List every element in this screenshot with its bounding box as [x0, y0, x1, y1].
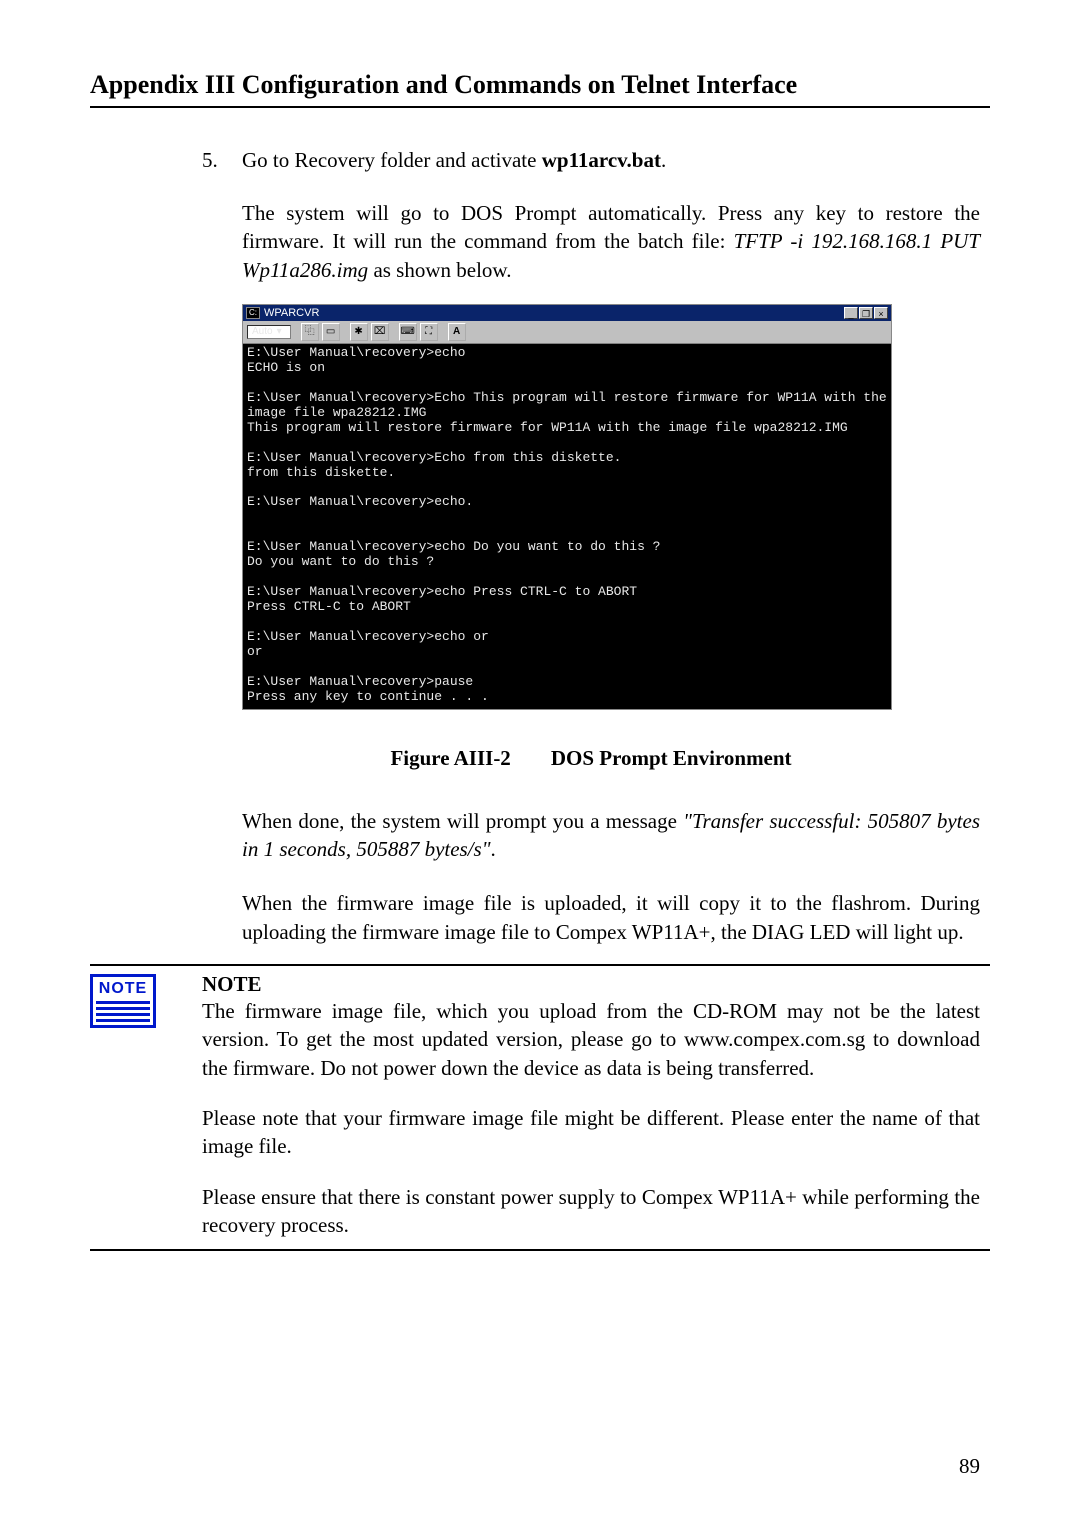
- para2-prefix: When done, the system will prompt you a …: [242, 809, 683, 833]
- document-page: Appendix III Configuration and Commands …: [0, 0, 1080, 1291]
- note-line: [96, 1019, 150, 1022]
- dos-line: E:\User Manual\recovery>echo Do you want…: [247, 539, 660, 554]
- msdos-icon: C:: [246, 307, 260, 319]
- note-icon-label: NOTE: [99, 980, 147, 998]
- note-icon-column: NOTE: [90, 972, 202, 1239]
- para1-suffix: as shown below.: [368, 258, 511, 282]
- note-body: NOTE The firmware image file, which you …: [202, 972, 990, 1239]
- close-button[interactable]: ×: [874, 307, 888, 319]
- dos-line: E:\User Manual\recovery>Echo from this d…: [247, 450, 621, 465]
- step5-suffix: .: [661, 148, 666, 172]
- page-number: 89: [959, 1454, 980, 1479]
- note-paragraph-2: Please note that your firmware image fil…: [202, 1104, 980, 1161]
- dos-line: ECHO is on: [247, 360, 325, 375]
- appendix-header: Appendix III Configuration and Commands …: [90, 70, 990, 108]
- font-a-icon[interactable]: A: [448, 323, 466, 341]
- step5-prefix: Go to Recovery folder and activate: [242, 148, 542, 172]
- dos-line: E:\User Manual\recovery>echo or: [247, 629, 489, 644]
- dos-toolbar: Auto ▾ ⿻ ▭ ✱ ⌧ ⌨ ⛶ A: [243, 321, 891, 344]
- font-size-select[interactable]: Auto ▾: [247, 325, 291, 339]
- step-5-row: 5. Go to Recovery folder and activate wp…: [202, 148, 980, 173]
- dos-window-title: WPARCVR: [264, 307, 844, 320]
- chevron-down-icon: ▾: [277, 326, 282, 338]
- note-line: [96, 1007, 150, 1010]
- dos-prompt-window: C: WPARCVR _ ❐ × Auto ▾ ⿻ ▭ ✱ ⌧: [242, 304, 892, 710]
- paste-icon[interactable]: ▭: [322, 323, 340, 341]
- content-body: 5. Go to Recovery folder and activate wp…: [202, 148, 980, 946]
- para2-suffix: .: [491, 837, 496, 861]
- note-paragraph-1: The firmware image file, which you uploa…: [202, 997, 980, 1082]
- figure-title: DOS Prompt Environment: [551, 746, 792, 770]
- step-text: Go to Recovery folder and activate wp11a…: [242, 148, 980, 173]
- dos-line: E:\User Manual\recovery>echo: [247, 345, 465, 360]
- fullscreen-icon[interactable]: ⛶: [420, 323, 438, 341]
- dos-line: E:\User Manual\recovery>echo Press CTRL-…: [247, 584, 637, 599]
- dos-line: Press any key to continue . . .: [247, 689, 489, 704]
- dos-line: from this diskette.: [247, 465, 395, 480]
- window-controls: _ ❐ ×: [844, 307, 888, 319]
- dos-line: Press CTRL-C to ABORT: [247, 599, 411, 614]
- figure-caption: Figure AIII-2 DOS Prompt Environment: [202, 746, 980, 771]
- font-size-value: Auto: [252, 326, 273, 338]
- dos-line: E:\User Manual\recovery>Echo This progra…: [247, 390, 895, 420]
- note-paragraph-3: Please ensure that there is constant pow…: [202, 1183, 980, 1240]
- mark-icon[interactable]: ⌧: [371, 323, 389, 341]
- dos-line: Do you want to do this ?: [247, 554, 434, 569]
- note-icon-lines: [96, 1001, 150, 1022]
- note-block: NOTE NOTE The firmware image file, which…: [90, 964, 990, 1251]
- note-line: [96, 1001, 150, 1004]
- props-icon[interactable]: ✱: [350, 323, 368, 341]
- minimize-button[interactable]: _: [844, 307, 858, 319]
- maximize-button[interactable]: ❐: [859, 307, 873, 319]
- step-number: 5.: [202, 148, 242, 173]
- dos-line: E:\User Manual\recovery>pause: [247, 674, 473, 689]
- dos-title-bar: C: WPARCVR _ ❐ ×: [243, 305, 891, 321]
- paragraph-flashrom: When the firmware image file is uploaded…: [242, 889, 980, 946]
- dos-line: This program will restore firmware for W…: [247, 420, 848, 435]
- dos-line: or: [247, 644, 263, 659]
- copy-icon[interactable]: ⿻: [301, 323, 319, 341]
- step5-bold: wp11arcv.bat: [542, 148, 661, 172]
- figure-code: Figure AIII-2: [390, 746, 510, 771]
- background-icon[interactable]: ⌨: [399, 323, 417, 341]
- note-icon: NOTE: [90, 974, 156, 1028]
- note-line: [96, 1013, 150, 1016]
- dos-line: E:\User Manual\recovery>echo.: [247, 494, 473, 509]
- note-title: NOTE: [202, 972, 980, 997]
- paragraph-dos-intro: The system will go to DOS Prompt automat…: [242, 199, 980, 284]
- paragraph-transfer: When done, the system will prompt you a …: [242, 807, 980, 864]
- dos-body: E:\User Manual\recovery>echo ECHO is on …: [243, 344, 891, 709]
